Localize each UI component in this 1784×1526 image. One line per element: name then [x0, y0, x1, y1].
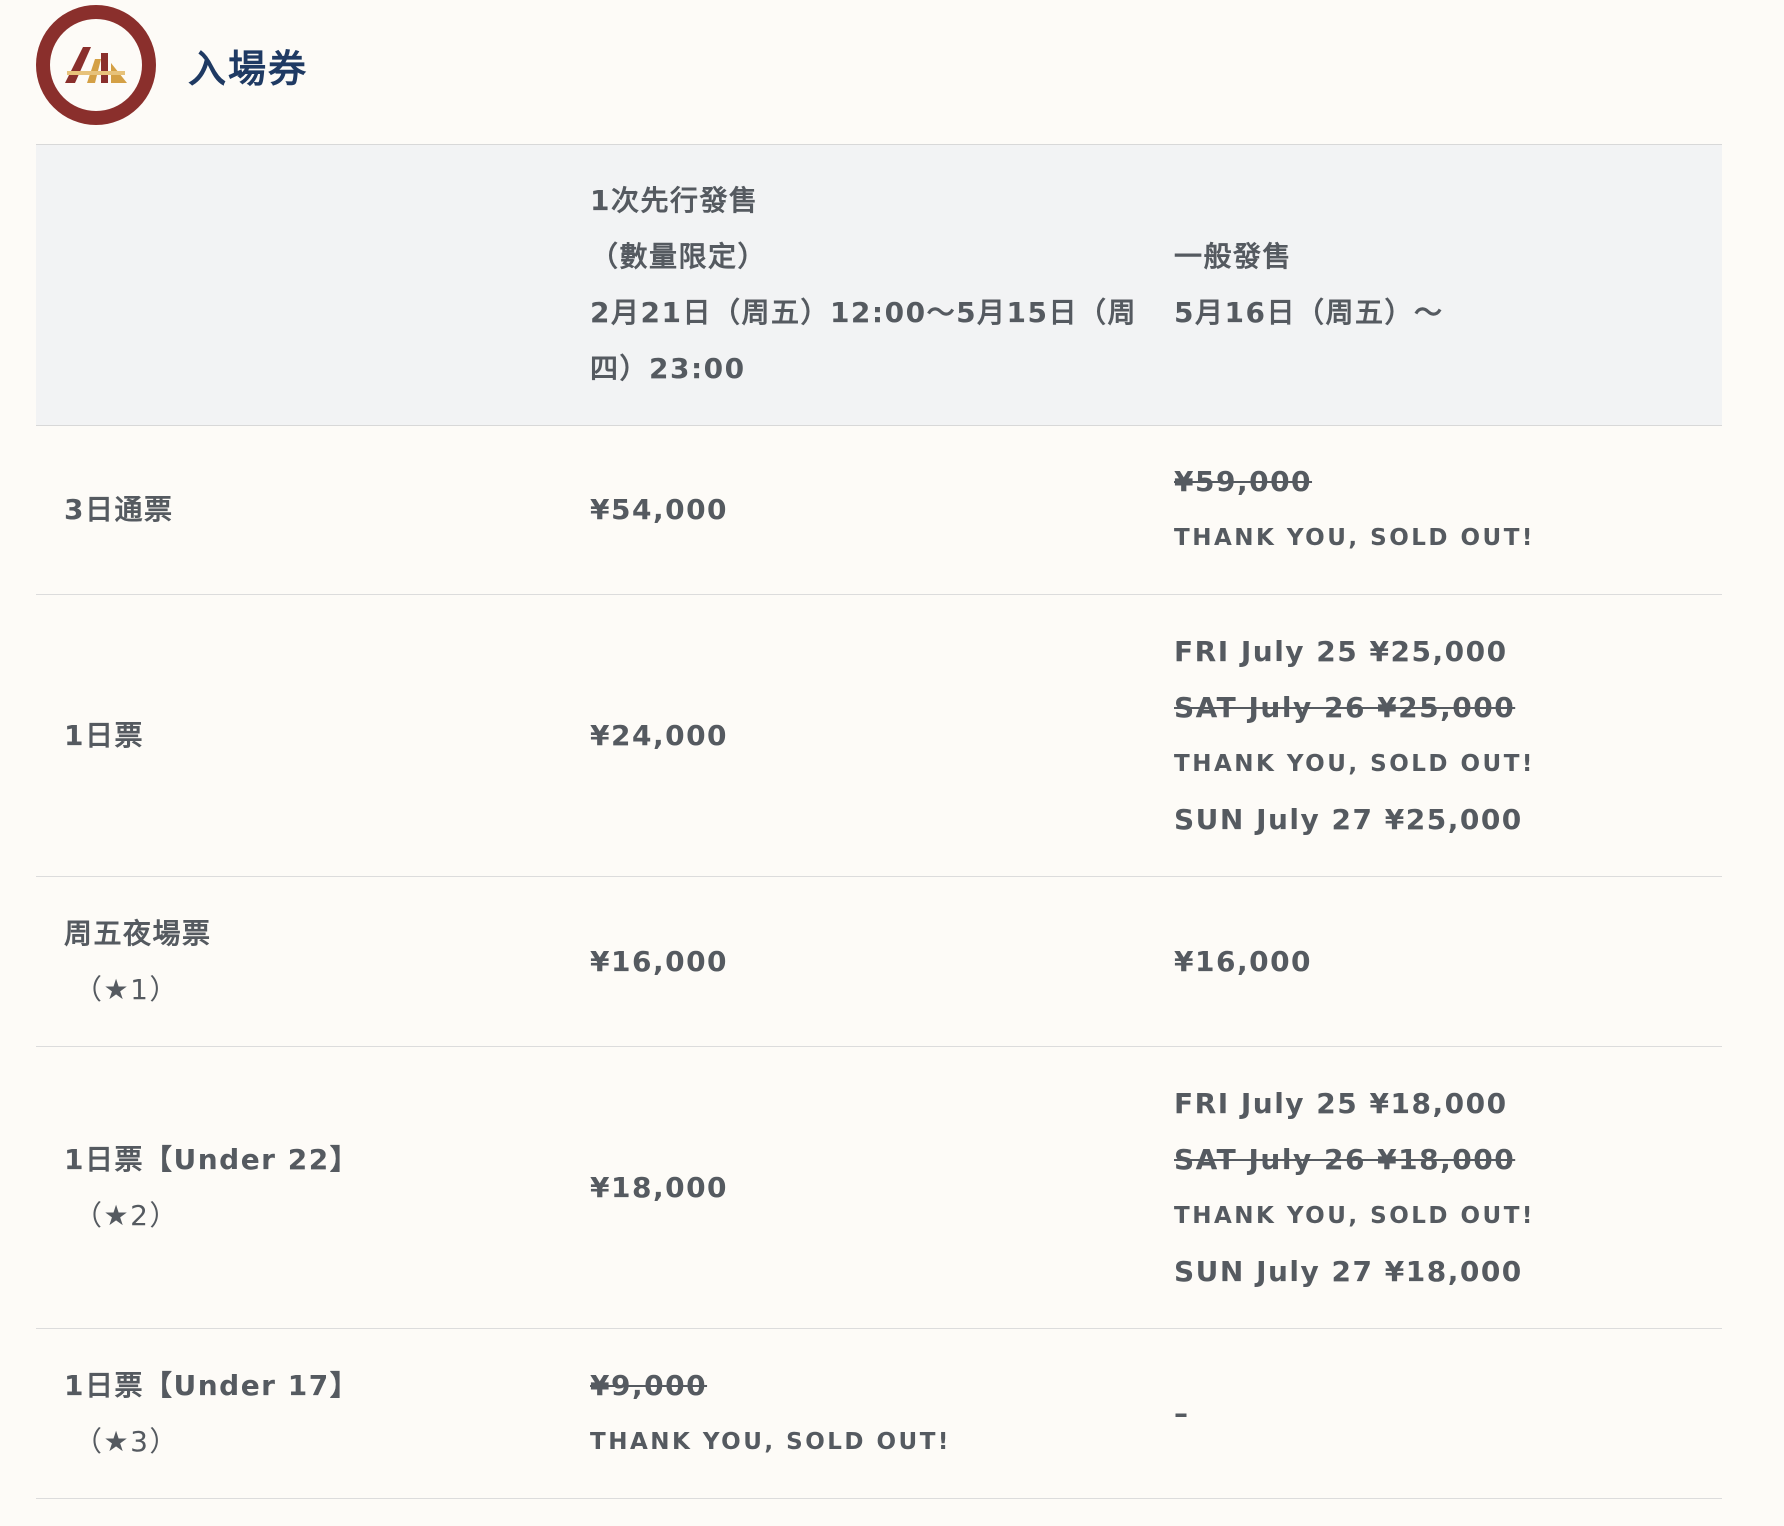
ticket-note: （★2） — [74, 1198, 179, 1232]
presale-price-cell: ¥24,000 — [562, 594, 1146, 877]
presale-price-cell: ¥18,000 — [562, 1046, 1146, 1329]
sold-out-label: THANK YOU, SOLD OUT! — [590, 1428, 951, 1455]
ticket-price-table: 1次先行發售 （數量限定） 2月21日（周五）12:00〜5月15日（周 四）2… — [36, 144, 1722, 1499]
section-title: 入場券 — [188, 46, 309, 91]
ticket-name-cell: 1日票 — [36, 594, 562, 877]
section-header: 入場券 — [36, 0, 308, 130]
general-price-cell: – — [1146, 1328, 1722, 1499]
table-row: 3日通票 ¥54,000 ¥59,000 THANK YOU, SOLD OUT… — [36, 425, 1722, 595]
page: 入場券 1次先行發售 （數量限定） 2月21日（周五）12:00〜5月15日（周… — [0, 0, 1784, 1526]
sold-out-label: THANK YOU, SOLD OUT! — [1174, 750, 1535, 777]
general-price-cell: FRI July 25 ¥18,000 SAT July 26 ¥18,000 … — [1146, 1046, 1722, 1329]
table-row: 周五夜場票 （★1） ¥16,000 ¥16,000 — [36, 876, 1722, 1047]
logo-mark-icon — [65, 47, 127, 83]
table-row: 1日票【Under 17】 （★3） ¥9,000 THANK YOU, SOL… — [36, 1328, 1722, 1499]
header-presale-cell: 1次先行發售 （數量限定） 2月21日（周五）12:00〜5月15日（周 四）2… — [562, 144, 1146, 426]
presale-price-cell: ¥16,000 — [562, 876, 1146, 1047]
header-empty-cell — [36, 144, 562, 426]
price-struck: ¥9,000 — [590, 1368, 708, 1402]
day-price-struck: SAT July 26 ¥18,000 — [1174, 1142, 1516, 1176]
ticket-note: （★3） — [74, 1424, 179, 1458]
table-header-row: 1次先行發售 （數量限定） 2月21日（周五）12:00〜5月15日（周 四）2… — [36, 144, 1722, 426]
ticket-name-cell: 周五夜場票 （★1） — [36, 876, 562, 1047]
presale-price-cell: ¥54,000 — [562, 425, 1146, 595]
sold-out-label: THANK YOU, SOLD OUT! — [1174, 1202, 1535, 1229]
general-price-cell: ¥59,000 THANK YOU, SOLD OUT! — [1146, 425, 1722, 595]
table-row: 1日票 ¥24,000 FRI July 25 ¥25,000 SAT July… — [36, 594, 1722, 877]
ticket-note: （★1） — [74, 972, 179, 1006]
table-row: 1日票【Under 22】 （★2） ¥18,000 FRI July 25 ¥… — [36, 1046, 1722, 1329]
festival-logo — [36, 5, 156, 125]
day-price: FRI July 25 ¥18,000 — [1174, 1086, 1508, 1120]
general-price: ¥16,000 — [1174, 944, 1313, 978]
general-price-cell: ¥16,000 — [1146, 876, 1722, 1047]
price-struck: ¥59,000 — [1174, 465, 1313, 498]
day-price: SUN July 27 ¥25,000 — [1174, 802, 1523, 836]
general-price: – — [1174, 1396, 1190, 1430]
ticket-name-cell: 3日通票 — [36, 425, 562, 595]
general-price-cell: FRI July 25 ¥25,000 SAT July 26 ¥25,000 … — [1146, 594, 1722, 877]
day-price: SUN July 27 ¥18,000 — [1174, 1254, 1523, 1288]
ticket-name-cell: 1日票【Under 17】 （★3） — [36, 1328, 562, 1499]
day-price-struck: SAT July 26 ¥25,000 — [1174, 690, 1516, 724]
ticket-name-cell: 1日票【Under 22】 （★2） — [36, 1046, 562, 1329]
presale-price-cell: ¥9,000 THANK YOU, SOLD OUT! — [562, 1328, 1146, 1499]
day-price: FRI July 25 ¥25,000 — [1174, 634, 1508, 668]
header-general-cell: 一般發售 5月16日（周五）〜 — [1146, 144, 1722, 426]
sold-out-label: THANK YOU, SOLD OUT! — [1174, 525, 1535, 551]
